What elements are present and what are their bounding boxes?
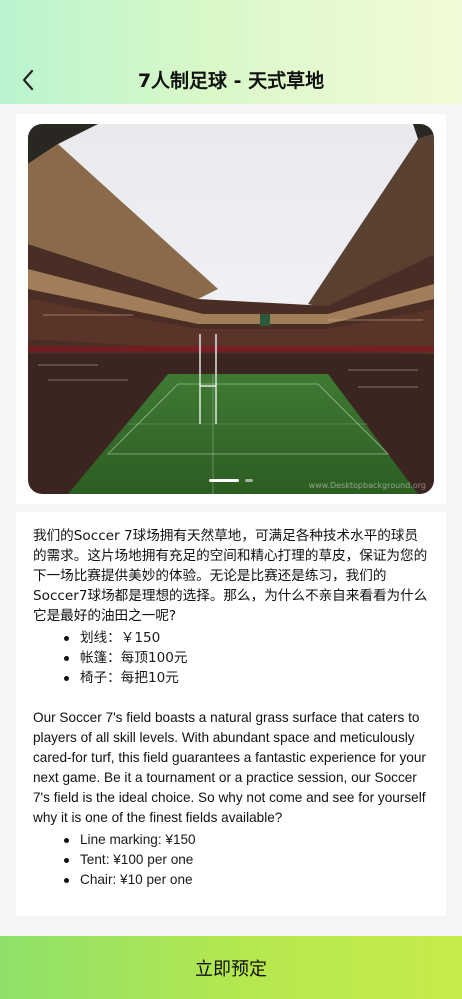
description-chinese: 我们的Soccer 7球场拥有天然草地，可满足各种技术水平的球员的需求。这片场地… xyxy=(33,528,428,624)
price-list-english: Line marking: ¥150 Tent: ¥100 per one Ch… xyxy=(33,830,430,890)
image-card: www.Desktopbackground.org xyxy=(16,114,446,504)
price-list-chinese: 划线：￥150 帐篷：每顶100元 椅子：每把10元 xyxy=(33,628,430,688)
page-title: 7人制足球 - 天式草地 xyxy=(137,70,325,92)
book-now-label: 立即预定 xyxy=(195,958,267,980)
list-item: Chair: ¥10 per one xyxy=(33,870,430,890)
description-english: Our Soccer 7's field boasts a natural gr… xyxy=(33,710,426,825)
list-item: 划线：￥150 xyxy=(33,628,430,648)
back-button[interactable] xyxy=(12,64,44,96)
header-bar: 7人制足球 - 天式草地 xyxy=(0,0,462,104)
carousel-dot xyxy=(245,479,253,482)
stadium-photo-carousel[interactable]: www.Desktopbackground.org xyxy=(28,124,434,494)
stadium-image xyxy=(28,124,434,494)
description-card: 我们的Soccer 7球场拥有天然草地，可满足各种技术水平的球员的需求。这片场地… xyxy=(16,512,446,916)
list-item: Line marking: ¥150 xyxy=(33,830,430,850)
list-item: 椅子：每把10元 xyxy=(33,668,430,688)
image-watermark: www.Desktopbackground.org xyxy=(308,481,426,490)
book-now-button[interactable]: 立即预定 xyxy=(0,936,462,999)
carousel-dot-active xyxy=(209,479,239,482)
list-item: Tent: ¥100 per one xyxy=(33,850,430,870)
list-item: 帐篷：每顶100元 xyxy=(33,648,430,668)
chevron-left-icon xyxy=(22,69,34,91)
